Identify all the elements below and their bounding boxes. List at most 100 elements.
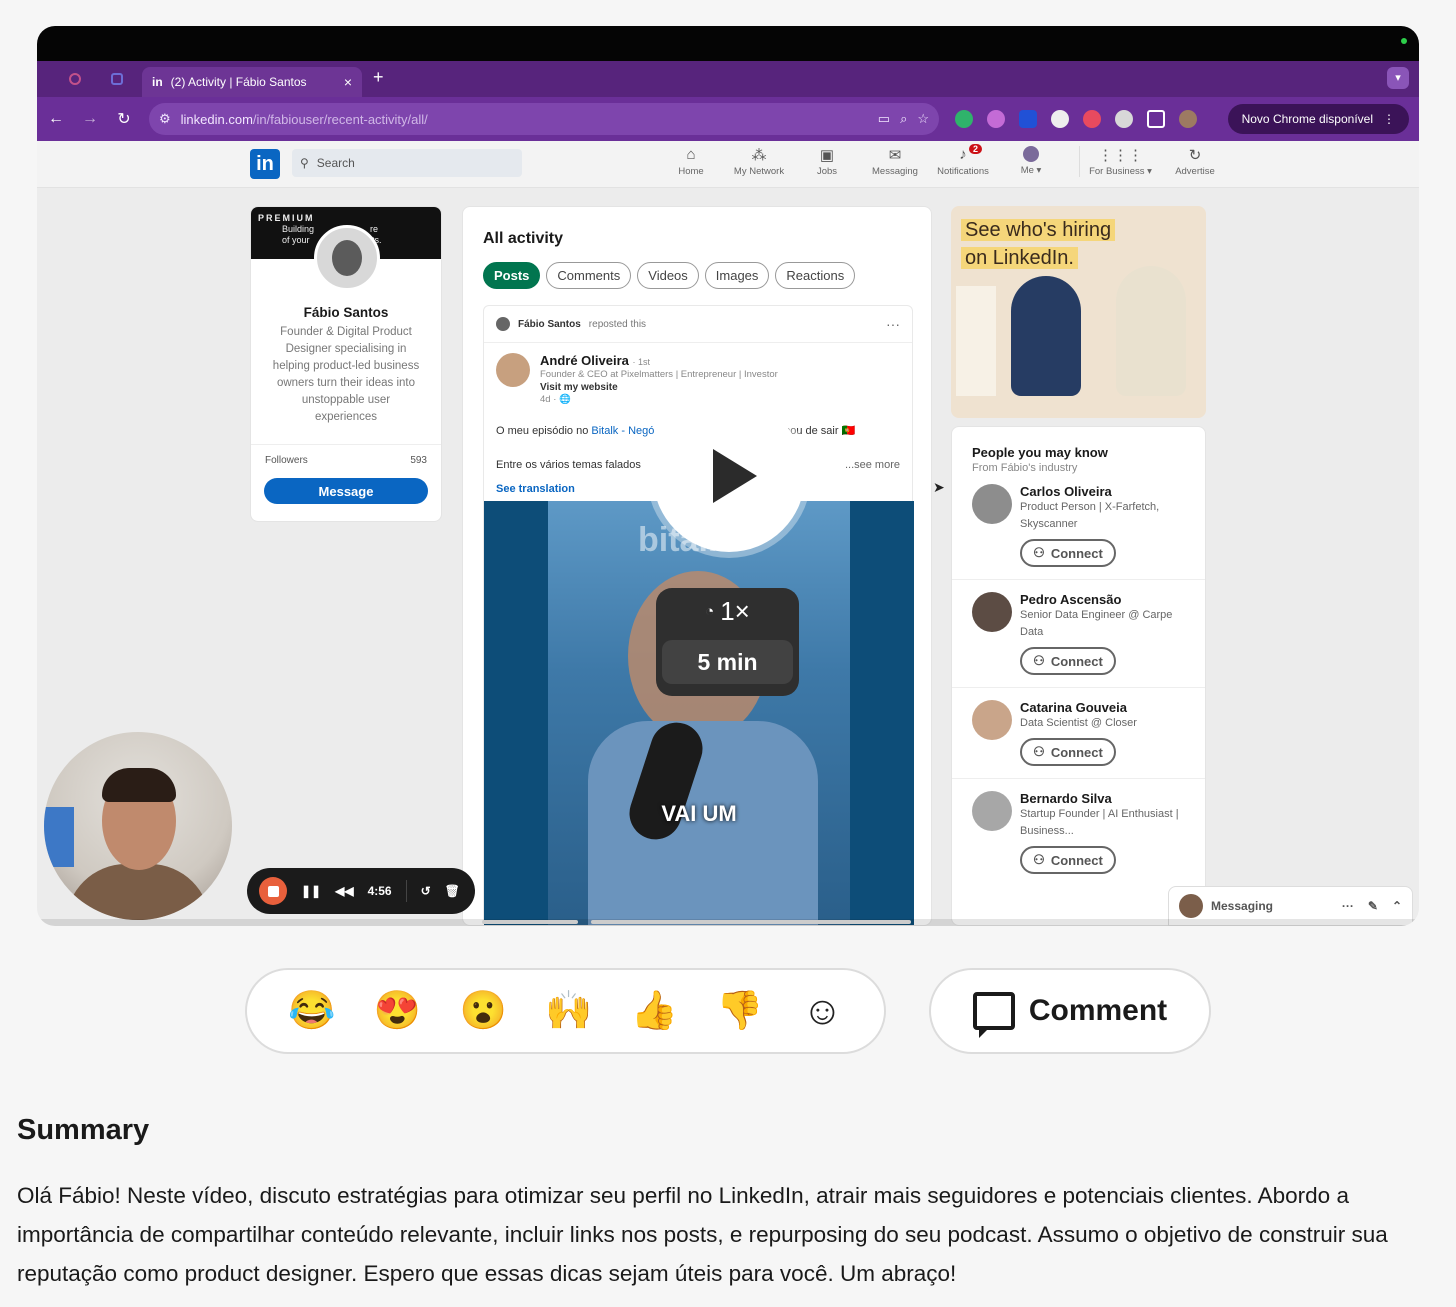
reload-icon[interactable]: ↻ (115, 109, 133, 129)
presenter-hair (102, 768, 176, 802)
cast-icon[interactable]: ▭ (878, 111, 890, 127)
activity-title: All activity (483, 230, 564, 247)
filter-reactions[interactable]: Reactions (775, 262, 856, 289)
nav-for-business[interactable]: ⋮⋮⋮ For Business ▾ (1079, 146, 1161, 177)
browser-tab[interactable]: in (2) Activity | Fábio Santos × (142, 67, 362, 97)
author-website-link[interactable]: Visit my website (540, 382, 778, 393)
reaction-thumbs-up[interactable]: 👍 (631, 992, 678, 1030)
puzzle-icon[interactable] (1147, 110, 1165, 128)
extension-icon[interactable] (987, 110, 1005, 128)
person-avatar[interactable] (972, 592, 1012, 632)
more-icon[interactable]: ··· (1342, 899, 1354, 913)
forward-icon[interactable]: → (81, 110, 99, 128)
play-button[interactable] (653, 400, 805, 552)
filter-comments[interactable]: Comments (546, 262, 632, 289)
nav-label: Messaging (872, 166, 918, 177)
ad-person (1116, 266, 1186, 396)
connect-button[interactable]: ⚇ Connect (1020, 738, 1116, 766)
premium-tag: PREMIUM (258, 213, 315, 223)
profile-card: PREMIUM Buildingre of yourducts. Fábio S… (250, 206, 442, 522)
connect-button[interactable]: ⚇ Connect (1020, 647, 1116, 675)
hiring-ad[interactable]: See who's hiring on LinkedIn. (951, 206, 1206, 418)
reaction-heart-eyes[interactable]: 😍 (374, 992, 421, 1030)
extension-icon[interactable] (1115, 110, 1133, 128)
tab-close-icon[interactable]: × (344, 74, 352, 90)
nav-home[interactable]: ⌂ Home (657, 146, 725, 177)
video-player[interactable]: in (2) Activity | Fábio Santos × + ▾ ← →… (37, 26, 1419, 926)
video-progress-bar[interactable] (37, 919, 1419, 926)
video-caption: VAI UM (661, 801, 737, 826)
author-avatar[interactable] (496, 353, 530, 387)
address-bar[interactable]: ⚙ linkedin.com/in/fabiouser/recent-activ… (149, 103, 939, 135)
reposter-name[interactable]: Fábio Santos (518, 319, 581, 330)
person-avatar[interactable] (972, 700, 1012, 740)
person-avatar[interactable] (972, 791, 1012, 831)
zoom-icon[interactable]: ⌕ (900, 111, 907, 127)
linkedin-logo[interactable]: in (250, 149, 280, 179)
nav-my-network[interactable]: ⁂ My Network (725, 146, 793, 177)
grammarly-icon[interactable] (955, 110, 973, 128)
trash-icon[interactable]: 🗑 (445, 884, 460, 898)
post-menu-icon[interactable]: ··· (886, 316, 900, 332)
linkedin-search[interactable]: ⚲ Search (292, 149, 522, 177)
chrome-update-button[interactable]: Novo Chrome disponível ⋮ (1227, 104, 1409, 134)
pause-icon[interactable]: ❚❚ (301, 884, 321, 898)
compose-icon[interactable]: ✎ (1368, 899, 1378, 913)
messaging-label: Messaging (1211, 899, 1274, 913)
nav-messaging[interactable]: ✉ Messaging (861, 146, 929, 177)
reaction-thumbs-down[interactable]: 👎 (716, 992, 763, 1030)
webcam-bubble (44, 732, 232, 920)
playback-info[interactable]: ◔ 1× 5 min (656, 588, 799, 696)
post-link[interactable]: Bitalk - Negó (591, 425, 654, 437)
person-role: Product Person | X-Farfetch, Skyscanner (1020, 501, 1160, 530)
reaction-raised-hands[interactable]: 🙌 (545, 992, 592, 1030)
person-name[interactable]: Catarina Gouveia (1020, 700, 1137, 715)
nav-jobs[interactable]: ▣ Jobs (793, 146, 861, 177)
connect-button[interactable]: ⚇ Connect (1020, 539, 1116, 567)
bookmark-star-icon[interactable]: ☆ (917, 111, 929, 127)
back-icon[interactable]: ← (47, 110, 65, 128)
browser-toolbar: ← → ↻ ⚙ linkedin.com/in/fabiouser/recent… (37, 97, 1419, 141)
video-frame: bitalk (548, 501, 850, 925)
connect-button[interactable]: ⚇ Connect (1020, 846, 1116, 874)
reaction-wow[interactable]: 😮 (459, 992, 506, 1030)
extension-icon[interactable] (1051, 110, 1069, 128)
see-more-link[interactable]: ...see more (845, 455, 900, 475)
profile-avatar[interactable] (314, 225, 380, 291)
comment-button[interactable]: Comment (929, 968, 1211, 1054)
site-settings-icon[interactable]: ⚙ (159, 111, 171, 127)
person-avatar[interactable] (972, 484, 1012, 524)
filter-posts[interactable]: Posts (483, 262, 541, 289)
nav-me[interactable]: Me ▾ (997, 146, 1065, 177)
new-tab-icon[interactable]: + (373, 67, 384, 88)
reaction-joy[interactable]: 😂 (288, 992, 335, 1030)
person-name[interactable]: Pedro Ascensão (1020, 592, 1185, 607)
playback-speed[interactable]: ◔ 1× (656, 588, 799, 640)
profile-name[interactable]: Fábio Santos (251, 305, 441, 320)
filter-videos[interactable]: Videos (637, 262, 699, 289)
summary-text: Olá Fábio! Neste vídeo, discuto estratég… (17, 1183, 1388, 1286)
author-name[interactable]: André Oliveira · 1st (540, 353, 778, 368)
filter-images[interactable]: Images (704, 262, 770, 289)
extension-icon[interactable] (1083, 110, 1101, 128)
person-name[interactable]: Bernardo Silva (1020, 791, 1185, 806)
nav-label: Advertise (1175, 166, 1215, 177)
post-video[interactable]: bitalk VAI UM (484, 501, 914, 925)
chevron-up-icon[interactable]: ⌃ (1392, 899, 1402, 913)
stop-recording-button[interactable] (259, 877, 287, 905)
add-reaction-icon[interactable]: ☺ (802, 991, 843, 1031)
repost-line: Fábio Santos reposted this ··· (484, 306, 912, 343)
tab-search-icon[interactable]: ▾ (1387, 67, 1409, 89)
nav-notifications[interactable]: ♪ 2 Notifications (929, 144, 997, 177)
profile-avatar[interactable] (1179, 110, 1197, 128)
extension-icon[interactable] (1019, 110, 1037, 128)
search-placeholder: Search (316, 156, 355, 170)
mouse-cursor-icon: ➤ (933, 479, 945, 495)
person-name[interactable]: Carlos Oliveira (1020, 484, 1185, 499)
nav-label: Me ▾ (1020, 165, 1042, 176)
restart-icon[interactable]: ↺ (421, 884, 431, 898)
nav-advertise[interactable]: ↻ Advertise (1161, 146, 1229, 177)
extensions-bar (955, 110, 1197, 128)
message-button[interactable]: Message (264, 478, 428, 504)
rewind-icon[interactable]: ◀◀ (335, 884, 353, 898)
